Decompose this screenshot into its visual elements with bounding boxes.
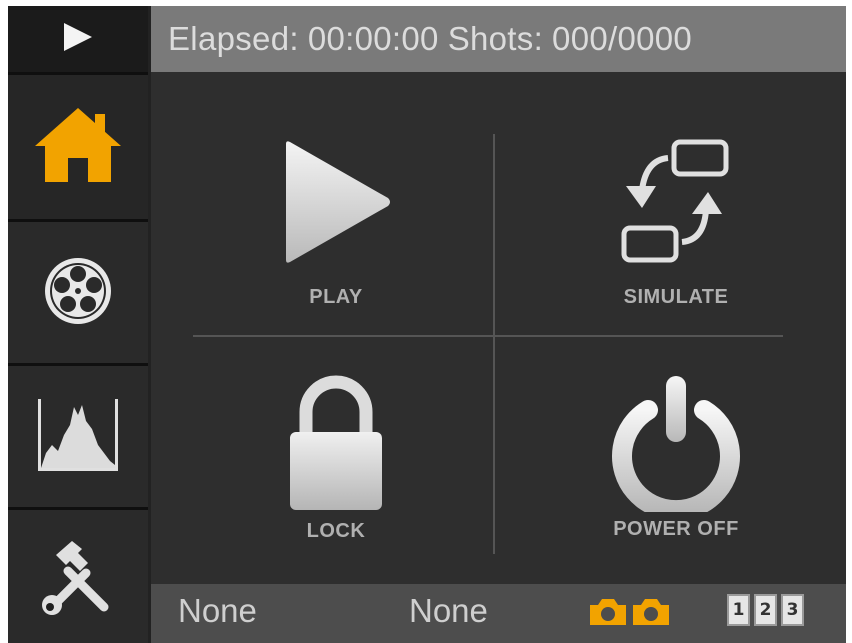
status-header: Elapsed: 00:00:00 Shots: 000/0000: [151, 6, 846, 72]
vertical-divider: [493, 134, 495, 554]
badge-3: 3: [781, 594, 804, 626]
camera-icon: [631, 597, 671, 631]
simulate-icon: [616, 138, 736, 270]
elapsed-value: 00:00:00: [307, 20, 439, 57]
play-button[interactable]: PLAY: [231, 138, 441, 318]
shots-label: Shots:: [447, 20, 544, 57]
power-icon: [606, 372, 746, 521]
lock-label: LOCK: [306, 520, 366, 542]
simulate-label: SIMULATE: [623, 286, 729, 308]
play-label: PLAY: [309, 286, 363, 308]
badge-1: 1: [727, 594, 750, 626]
badge-2: 2: [754, 594, 777, 626]
device-screen: Elapsed: 00:00:00 Shots: 000/0000 PLAY S…: [8, 6, 846, 643]
home-icon: [33, 106, 123, 188]
sidebar: [8, 6, 148, 643]
play-icon: [62, 23, 94, 55]
footer-value-2: None: [409, 592, 488, 629]
horizontal-divider: [193, 335, 783, 337]
camera-icon: [588, 597, 628, 631]
shots-value: 000/0000: [552, 20, 693, 57]
power-off-button[interactable]: POWER OFF: [551, 372, 801, 552]
simulate-button[interactable]: SIMULATE: [551, 138, 801, 318]
tools-icon: [38, 535, 118, 619]
sidebar-item-home[interactable]: [8, 75, 148, 222]
sidebar-item-video[interactable]: [8, 222, 148, 366]
elapsed-label: Elapsed:: [168, 20, 299, 57]
status-text: Elapsed: 00:00:00 Shots: 000/0000: [168, 20, 701, 58]
status-footer: None None 1 2 3: [151, 584, 846, 643]
footer-value-1: None: [178, 592, 257, 629]
sidebar-item-play[interactable]: [8, 6, 148, 75]
play-icon: [276, 138, 396, 270]
lock-button[interactable]: LOCK: [231, 372, 441, 552]
power-off-label: POWER OFF: [613, 518, 739, 540]
main-menu: PLAY SIMULATE LOCK POWER OFF: [151, 72, 846, 584]
lock-icon: [286, 372, 386, 516]
sidebar-item-settings[interactable]: [8, 510, 148, 643]
film-reel-icon: [43, 256, 113, 330]
sidebar-item-histogram[interactable]: [8, 366, 148, 510]
histogram-icon: [32, 395, 124, 479]
